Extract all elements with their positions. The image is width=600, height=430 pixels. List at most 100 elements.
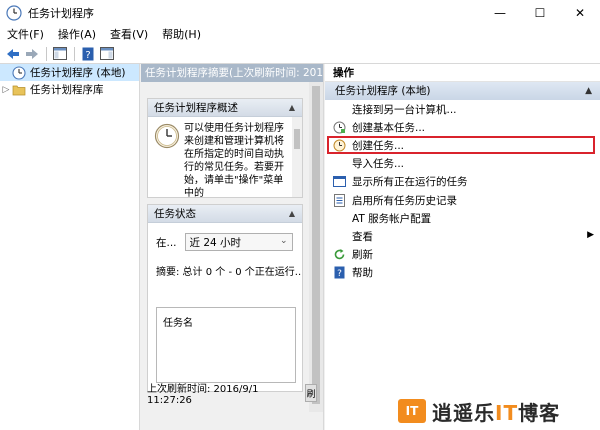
task-status-title: 任务状态: [154, 208, 196, 220]
logo-mark: IT: [398, 399, 426, 423]
help-icon: ?: [333, 266, 346, 279]
overview-section: 任务计划程序概述 ▲ 可以使用任务计划程序来创建和管理计算机将在所指定的时间自动…: [147, 98, 303, 198]
task-status-section-header[interactable]: 任务状态 ▲: [148, 205, 302, 223]
collapse-up-icon[interactable]: ▲: [286, 208, 298, 219]
toolbar-separator: [46, 46, 47, 61]
clock-icon: [12, 65, 26, 80]
history-icon: [333, 193, 346, 207]
console-tree-icon: [53, 47, 67, 60]
clock-icon: [154, 123, 180, 149]
running-tasks-icon: [333, 175, 346, 188]
status-period-value: 近 24 小时: [189, 236, 242, 249]
back-arrow-icon: [7, 48, 19, 59]
scroll-thumb[interactable]: [312, 86, 320, 404]
blank-icon: [333, 230, 346, 243]
svg-text:?: ?: [337, 269, 342, 279]
action-help[interactable]: ? 帮助: [325, 264, 600, 282]
show-hide-action-pane-button[interactable]: [98, 45, 116, 63]
actions-group-label: 任务计划程序 (本地): [335, 85, 431, 97]
actions-title: 操作: [325, 64, 600, 82]
task-scheduler-window: 任务计划程序 — ☐ ✕ 文件(F) 操作(A) 查看(V) 帮助(H) ? 任…: [0, 0, 600, 430]
menu-file[interactable]: 文件(F): [0, 26, 51, 44]
help-toolbar-button[interactable]: ?: [79, 45, 97, 63]
refresh-icon: [333, 248, 346, 261]
chevron-right-icon[interactable]: ▷: [0, 85, 12, 95]
action-label: 查看: [352, 230, 373, 243]
show-hide-console-tree-button[interactable]: [51, 45, 69, 63]
action-enable-task-history[interactable]: 启用所有任务历史记录: [325, 191, 600, 209]
action-label: AT 服务帐户配置: [352, 212, 432, 225]
action-label: 刷新: [352, 249, 373, 262]
action-refresh[interactable]: 刷新: [325, 246, 600, 264]
menu-view[interactable]: 查看(V): [103, 26, 155, 44]
status-filter-label: 在...: [156, 236, 177, 249]
action-connect-another-computer[interactable]: 连接到另一台计算机...: [325, 100, 600, 118]
actions-group-header[interactable]: 任务计划程序 (本地) ▲: [325, 82, 600, 100]
tree-item-task-scheduler-local[interactable]: 任务计划程序 (本地): [0, 64, 139, 81]
actions-pane: 操作 任务计划程序 (本地) ▲ 连接到另一台计算机... 创建基本任务... …: [325, 64, 600, 430]
title-bar[interactable]: 任务计划程序 — ☐ ✕: [0, 0, 600, 26]
summary-header: 任务计划程序摘要(上次刷新时间: 2016/9/1: [141, 64, 323, 82]
action-label: 连接到另一台计算机...: [352, 103, 457, 116]
highlight-box: [327, 136, 595, 155]
task-status-body: 在... 近 24 小时 ⌄ 摘要: 总计 0 个 - 0 个正在运行... 任…: [148, 223, 302, 391]
refresh-button[interactable]: 刷: [305, 384, 317, 402]
overview-section-header[interactable]: 任务计划程序概述 ▲: [148, 99, 302, 117]
action-display-running-tasks[interactable]: 显示所有正在运行的任务: [325, 173, 600, 191]
task-list[interactable]: 任务名: [156, 307, 296, 383]
tree-item-label: 任务计划程序库: [30, 84, 104, 96]
tree-item-task-library[interactable]: ▷ 任务计划程序库: [0, 81, 139, 98]
svg-text:?: ?: [85, 50, 90, 61]
collapse-up-icon[interactable]: ▲: [286, 102, 298, 113]
action-at-service-account[interactable]: AT 服务帐户配置: [325, 209, 600, 227]
logo-text-a: 逍遥乐: [432, 400, 495, 425]
status-filter-row: 在... 近 24 小时 ⌄: [156, 233, 293, 251]
action-create-task[interactable]: 创建任务...: [325, 136, 600, 155]
close-button[interactable]: ✕: [560, 0, 600, 26]
minimize-button[interactable]: —: [480, 0, 520, 26]
blank-icon: [333, 103, 346, 116]
action-import-task[interactable]: 导入任务...: [325, 155, 600, 173]
summary-pane: 任务计划程序摘要(上次刷新时间: 2016/9/1 任务计划程序概述 ▲ 可以使…: [141, 64, 324, 430]
toolbar-separator: [74, 46, 75, 61]
task-status-section: 任务状态 ▲ 在... 近 24 小时 ⌄ 摘要: 总计 0 个 - 0 个正在…: [147, 204, 303, 392]
last-refresh-time: 上次刷新时间: 2016/9/1 11:27:26: [147, 384, 259, 406]
tree-item-label: 任务计划程序 (本地): [30, 67, 126, 79]
status-period-select[interactable]: 近 24 小时 ⌄: [184, 233, 293, 251]
console-tree: 任务计划程序 (本地) ▷ 任务计划程序库: [0, 64, 140, 430]
chevron-down-icon: ⌄: [279, 236, 288, 246]
folder-icon: [12, 85, 26, 95]
blank-icon: [333, 212, 346, 225]
task-name-column-header[interactable]: 任务名: [157, 308, 295, 329]
action-label: 帮助: [352, 267, 373, 280]
overview-description: 可以使用任务计划程序来创建和管理计算机将在所指定的时间自动执行的常见任务。若要开…: [184, 123, 284, 197]
summary-scrollbar[interactable]: [309, 82, 323, 412]
overview-body: 可以使用任务计划程序来创建和管理计算机将在所指定的时间自动执行的常见任务。若要开…: [148, 117, 302, 197]
toolbar: ?: [0, 44, 600, 64]
menu-action[interactable]: 操作(A): [51, 26, 103, 44]
action-pane-icon: [100, 47, 114, 60]
scroll-thumb[interactable]: [294, 129, 300, 149]
logo-text-b: 博客: [518, 400, 561, 425]
status-summary: 摘要: 总计 0 个 - 0 个正在运行...: [156, 267, 302, 278]
window-title: 任务计划程序: [28, 7, 94, 20]
action-label: 显示所有正在运行的任务: [352, 176, 468, 189]
summary-footer: 上次刷新时间: 2016/9/1 11:27:26 刷: [147, 382, 317, 406]
forward-arrow-icon: [26, 48, 38, 59]
collapse-up-icon[interactable]: ▲: [585, 82, 592, 100]
basic-task-icon: [333, 121, 346, 134]
maximize-button[interactable]: ☐: [520, 0, 560, 26]
overview-scrollbar[interactable]: [292, 117, 302, 197]
menu-bar: 文件(F) 操作(A) 查看(V) 帮助(H): [0, 26, 600, 44]
clock-app-icon: [6, 5, 22, 21]
action-view[interactable]: 查看 ▶: [325, 227, 600, 245]
action-create-basic-task[interactable]: 创建基本任务...: [325, 118, 600, 136]
logo-text: 逍遥乐IT博客: [432, 397, 560, 426]
action-label: 导入任务...: [352, 158, 405, 171]
menu-help[interactable]: 帮助(H): [155, 26, 208, 44]
help-book-icon: ?: [82, 47, 94, 61]
back-button[interactable]: [4, 45, 22, 63]
overview-title: 任务计划程序概述: [154, 102, 238, 114]
site-watermark-logo: IT 逍遥乐IT博客: [398, 396, 598, 426]
forward-button[interactable]: [23, 45, 41, 63]
